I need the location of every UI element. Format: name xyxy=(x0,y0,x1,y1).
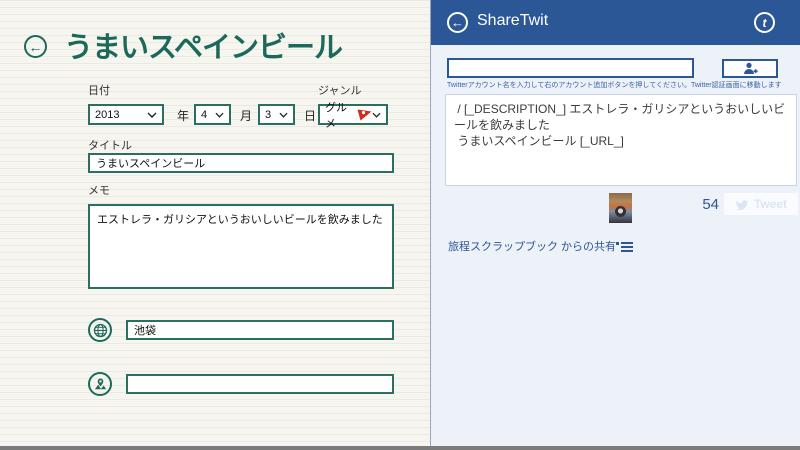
chevron-down-icon xyxy=(279,112,288,118)
title-label: タイトル xyxy=(88,140,132,152)
genre-label: ジャンル xyxy=(318,85,362,97)
genre-select[interactable]: グルメ xyxy=(318,102,388,130)
date-label: 日付 xyxy=(88,85,110,97)
back-button[interactable]: ← xyxy=(24,35,47,58)
memo-textarea[interactable]: エストレラ・ガリシアというおいしいビールを飲みました xyxy=(88,204,394,289)
bottom-app-bar-strip xyxy=(0,446,800,450)
tweet-button-label: Tweet xyxy=(753,197,788,211)
shared-photo-thumbnail xyxy=(609,193,632,223)
chevron-down-icon xyxy=(215,112,224,118)
tweet-button[interactable]: Tweet xyxy=(723,192,799,216)
genre-value: グルメ xyxy=(325,101,347,130)
map-pin-icon xyxy=(88,372,112,396)
chevron-down-icon xyxy=(372,112,381,118)
day-unit-label: 日 xyxy=(304,109,317,123)
month-value: 4 xyxy=(201,108,208,121)
share-back-button[interactable]: ← xyxy=(447,12,468,33)
year-unit-label: 年 xyxy=(177,109,190,123)
tweet-compose-textarea[interactable]: / [_DESCRIPTION_] エストレラ・ガリシアというおいしいビールを飲… xyxy=(445,94,797,186)
scrapbook-entry-page: ← うまいスペインビール 日付 2013 年 4 月 3 日 ジャンル グルメ xyxy=(0,0,430,446)
day-value: 3 xyxy=(265,108,272,121)
genre-flag-icon xyxy=(357,109,372,121)
chevron-down-icon xyxy=(147,112,157,118)
tweet-bird-icon xyxy=(735,199,749,210)
globe-icon xyxy=(88,318,112,342)
twitter-logo-icon: t xyxy=(754,12,775,33)
add-account-button[interactable] xyxy=(722,59,778,78)
day-select[interactable]: 3 xyxy=(258,104,295,125)
share-source-label: 旅程スクラップブック からの共有 xyxy=(448,241,617,253)
share-app-title: ShareTwit xyxy=(477,12,549,29)
twitter-account-input[interactable] xyxy=(447,58,694,78)
back-arrow-icon: ← xyxy=(28,38,43,55)
share-source: 旅程スクラップブック からの共有 xyxy=(448,238,634,254)
page-title: うまいスペインビール xyxy=(64,32,343,64)
location-input[interactable] xyxy=(126,320,394,340)
back-arrow-icon: ← xyxy=(451,15,464,30)
month-select[interactable]: 4 xyxy=(194,104,231,125)
add-user-icon xyxy=(743,62,758,75)
account-helper-text: Twitterアカウント名を入力して右のアカウント追加ボタンを押してください。T… xyxy=(447,82,782,89)
source-app-icon xyxy=(616,242,634,252)
spot-input[interactable] xyxy=(126,374,394,394)
title-input[interactable] xyxy=(88,153,394,173)
year-value: 2013 xyxy=(95,108,120,121)
share-header: ← ShareTwit t xyxy=(431,0,800,45)
share-pane: ← ShareTwit t Twitterアカウント名を入力して右のアカウント追… xyxy=(430,0,800,446)
month-unit-label: 月 xyxy=(240,109,253,123)
character-count: 54 xyxy=(702,196,719,213)
year-select[interactable]: 2013 xyxy=(88,104,164,125)
memo-label: メモ xyxy=(88,185,110,197)
